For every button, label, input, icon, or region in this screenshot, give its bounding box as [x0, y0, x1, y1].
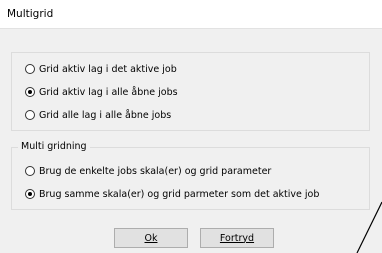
diagonal-line-artifact [356, 201, 382, 253]
multigrid-dialog: Multigrid Grid aktiv lag i det aktive jo… [0, 0, 382, 253]
